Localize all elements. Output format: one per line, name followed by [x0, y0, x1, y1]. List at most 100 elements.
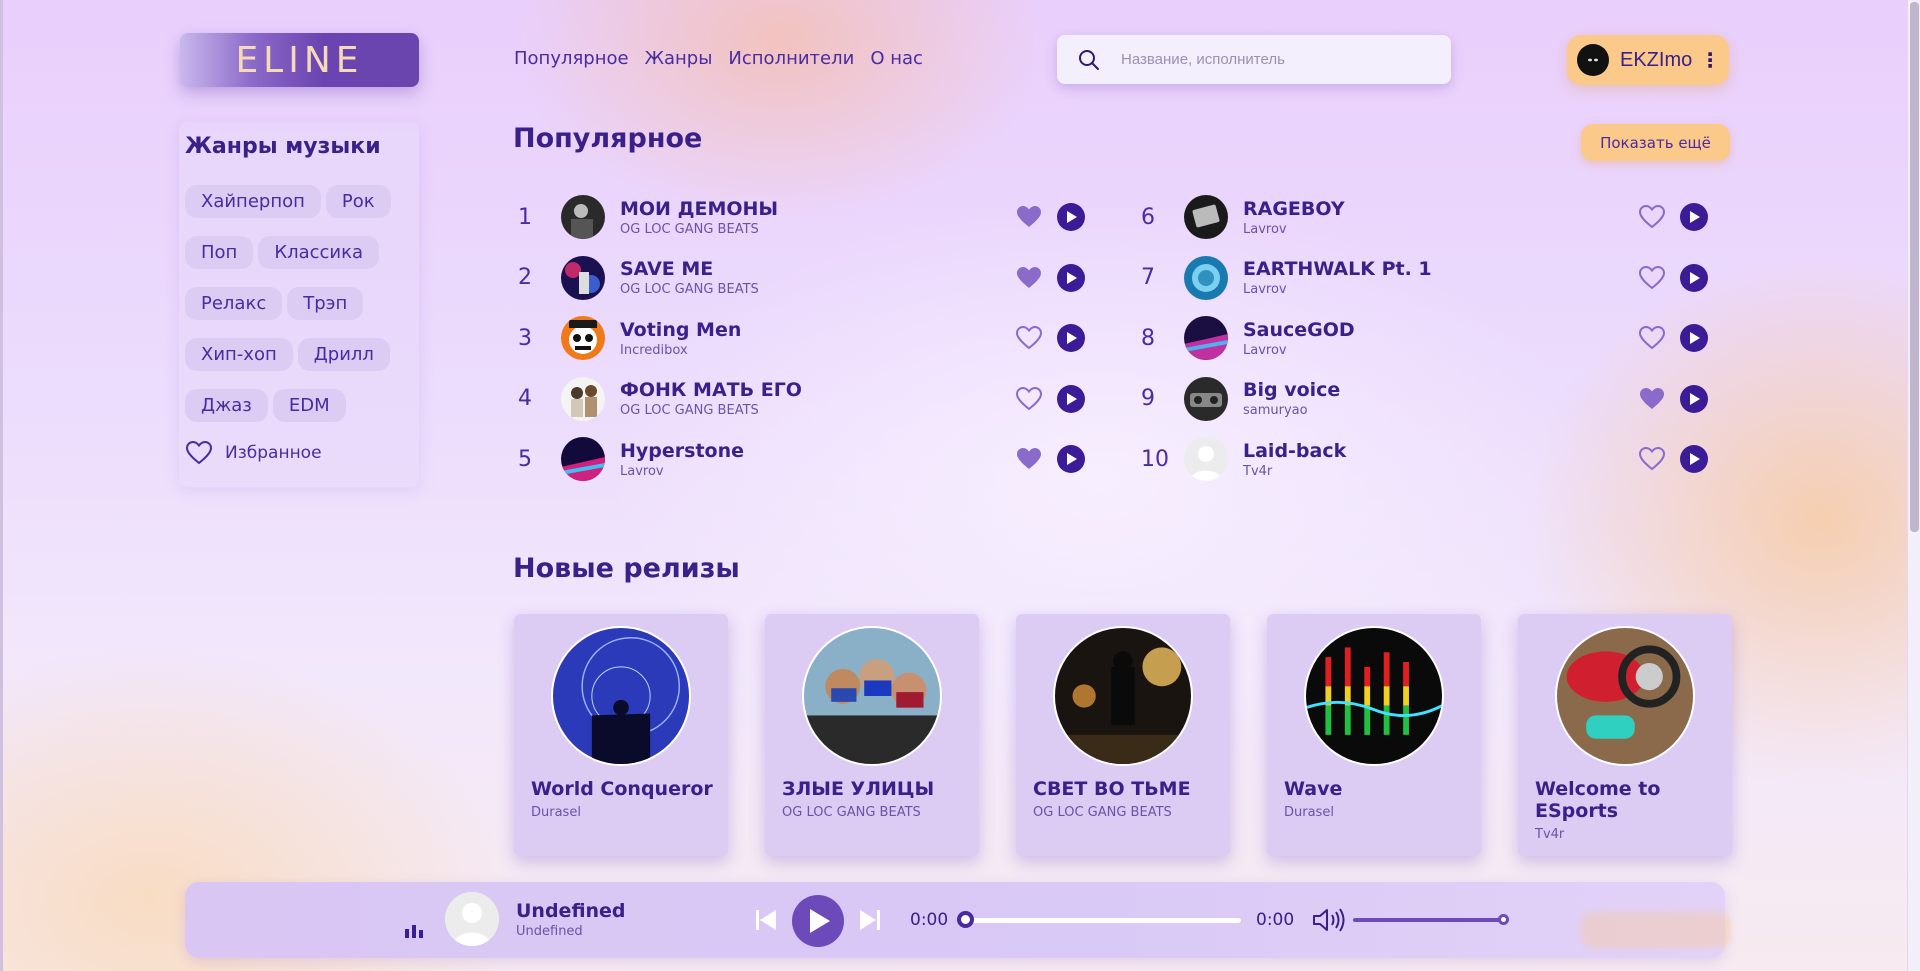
previous-track-icon[interactable] — [753, 907, 779, 933]
track-row[interactable]: 4 ФОНК МАТЬ ЕГО OG LOC GANG BEATS — [514, 376, 1114, 422]
track-play-button[interactable] — [1680, 324, 1708, 352]
genre-chip[interactable]: Хип-хоп — [185, 338, 293, 371]
genre-chip[interactable]: EDM — [272, 389, 346, 422]
track-artist[interactable]: OG LOC GANG BEATS — [620, 403, 1015, 418]
track-cover — [561, 437, 605, 481]
heart-filled-icon[interactable] — [1638, 386, 1666, 412]
track-play-button[interactable] — [1057, 445, 1085, 473]
track-title[interactable]: ФОНК МАТЬ ЕГО — [620, 379, 1015, 401]
track-artist[interactable]: Lavrov — [1243, 222, 1638, 237]
scrollbar-thumb[interactable] — [1910, 2, 1919, 532]
release-card[interactable]: ЗЛЫЕ УЛИЦЫ OG LOC GANG BEATS — [765, 614, 979, 856]
release-card[interactable]: СВЕТ ВО ТЬМЕ OG LOC GANG BEATS — [1016, 614, 1230, 856]
track-title[interactable]: RAGEBOY — [1243, 198, 1638, 220]
heart-filled-icon[interactable] — [1015, 204, 1043, 230]
track-artist[interactable]: Lavrov — [1243, 343, 1638, 358]
genre-chip[interactable]: Дрилл — [297, 338, 390, 371]
genre-chip[interactable]: Рок — [325, 185, 391, 218]
nav-artists[interactable]: Исполнители — [728, 48, 854, 69]
track-artist[interactable]: Incredibox — [620, 343, 1015, 358]
search-icon[interactable] — [1077, 48, 1101, 72]
volume-icon[interactable] — [1312, 906, 1346, 934]
track-number: 8 — [1141, 325, 1155, 351]
favorites-link[interactable]: Избранное — [185, 440, 413, 466]
genre-chip[interactable]: Джаз — [185, 389, 268, 422]
track-artist[interactable]: Lavrov — [1243, 282, 1638, 297]
track-cover — [1184, 255, 1228, 300]
nav-genres[interactable]: Жанры — [645, 48, 713, 69]
release-artist: Tv4r — [1535, 827, 1565, 842]
genre-chip[interactable]: Релакс — [185, 287, 283, 320]
heart-filled-icon[interactable] — [1015, 446, 1043, 472]
popular-title: Популярное — [513, 123, 703, 154]
track-artist[interactable]: OG LOC GANG BEATS — [620, 222, 1015, 237]
progress-knob[interactable] — [957, 911, 974, 928]
track-play-button[interactable] — [1680, 263, 1708, 292]
track-title[interactable]: SauceGOD — [1243, 319, 1638, 341]
release-card[interactable]: World Conqueror Durasel — [514, 614, 728, 856]
track-number: 5 — [518, 446, 532, 472]
heart-outline-icon[interactable] — [1638, 325, 1666, 351]
genre-chip[interactable]: Поп — [185, 236, 254, 269]
track-row[interactable]: 6 RAGEBOY Lavrov — [1137, 194, 1737, 240]
track-play-button[interactable] — [1680, 203, 1708, 231]
track-artist[interactable]: Tv4r — [1243, 464, 1638, 479]
track-row[interactable]: 5 Hyperstone Lavrov — [514, 436, 1114, 482]
track-play-button[interactable] — [1057, 384, 1085, 413]
heart-outline-icon[interactable] — [1015, 386, 1043, 412]
track-row[interactable]: 1 МОИ ДЕМОНЫ OG LOC GANG BEATS — [514, 194, 1114, 240]
volume-knob[interactable] — [1498, 914, 1509, 925]
kebab-menu-icon[interactable]: ⋮ — [1700, 48, 1720, 72]
track-play-button[interactable] — [1680, 445, 1708, 473]
heart-outline-icon[interactable] — [1638, 204, 1666, 230]
track-row[interactable]: 8 SauceGOD Lavrov — [1137, 315, 1737, 361]
track-row[interactable]: 10 Laid-back Tv4r — [1137, 436, 1737, 482]
track-title[interactable]: Voting Men — [620, 319, 1015, 341]
track-play-button[interactable] — [1680, 384, 1708, 413]
heart-filled-icon[interactable] — [1015, 265, 1043, 291]
user-menu[interactable]: EKZImo ⋮ — [1567, 35, 1729, 85]
release-cover — [1304, 626, 1444, 766]
page-scrollbar[interactable] — [1907, 0, 1920, 971]
genre-chip[interactable]: Хайперпоп — [185, 185, 321, 218]
heart-outline-icon[interactable] — [1638, 446, 1666, 472]
release-card[interactable]: Welcome to ESports Tv4r — [1518, 614, 1732, 856]
track-play-button[interactable] — [1057, 324, 1085, 352]
volume-slider[interactable] — [1353, 918, 1503, 922]
release-artist: OG LOC GANG BEATS — [1033, 805, 1172, 820]
nav-about[interactable]: О нас — [870, 48, 923, 69]
track-row[interactable]: 9 Big voice samuryao — [1137, 376, 1737, 422]
player-artist: Undefined — [516, 924, 583, 939]
track-play-button[interactable] — [1057, 263, 1085, 292]
track-title[interactable]: EARTHWALK Pt. 1 — [1243, 258, 1638, 280]
play-pause-button[interactable] — [792, 895, 844, 947]
track-play-button[interactable] — [1057, 203, 1085, 231]
search-input[interactable] — [1121, 51, 1421, 68]
track-row[interactable]: 2 SAVE ME OG LOC GANG BEATS — [514, 255, 1114, 301]
play-icon — [1067, 332, 1077, 344]
next-track-icon[interactable] — [857, 907, 883, 933]
heart-outline-icon[interactable] — [1015, 325, 1043, 351]
track-title[interactable]: МОИ ДЕМОНЫ — [620, 198, 1015, 220]
track-title[interactable]: Laid-back — [1243, 440, 1638, 462]
track-title[interactable]: Big voice — [1243, 379, 1638, 401]
genre-chip[interactable]: Классика — [258, 236, 380, 269]
heart-outline-icon[interactable] — [1638, 265, 1666, 291]
track-number: 7 — [1141, 265, 1155, 290]
genre-chip[interactable]: Трэп — [287, 287, 364, 320]
nav-popular[interactable]: Популярное — [514, 48, 629, 69]
track-artist[interactable]: samuryao — [1243, 403, 1638, 418]
track-artist[interactable]: OG LOC GANG BEATS — [620, 282, 1015, 297]
track-artist[interactable]: Lavrov — [620, 464, 1015, 479]
release-artist: Durasel — [531, 805, 581, 820]
track-title[interactable]: SAVE ME — [620, 258, 1015, 280]
show-more-button[interactable]: Показать ещё — [1581, 124, 1730, 161]
progress-bar[interactable] — [966, 918, 1241, 923]
play-icon — [1690, 392, 1700, 405]
track-row[interactable]: 7 EARTHWALK Pt. 1 Lavrov — [1137, 255, 1737, 301]
track-row[interactable]: 3 Voting Men Incredibox — [514, 315, 1114, 361]
release-card[interactable]: Wave Durasel — [1267, 614, 1481, 856]
track-title[interactable]: Hyperstone — [620, 440, 1015, 462]
track-cover — [1184, 195, 1228, 239]
logo[interactable]: ELINE — [180, 33, 419, 87]
